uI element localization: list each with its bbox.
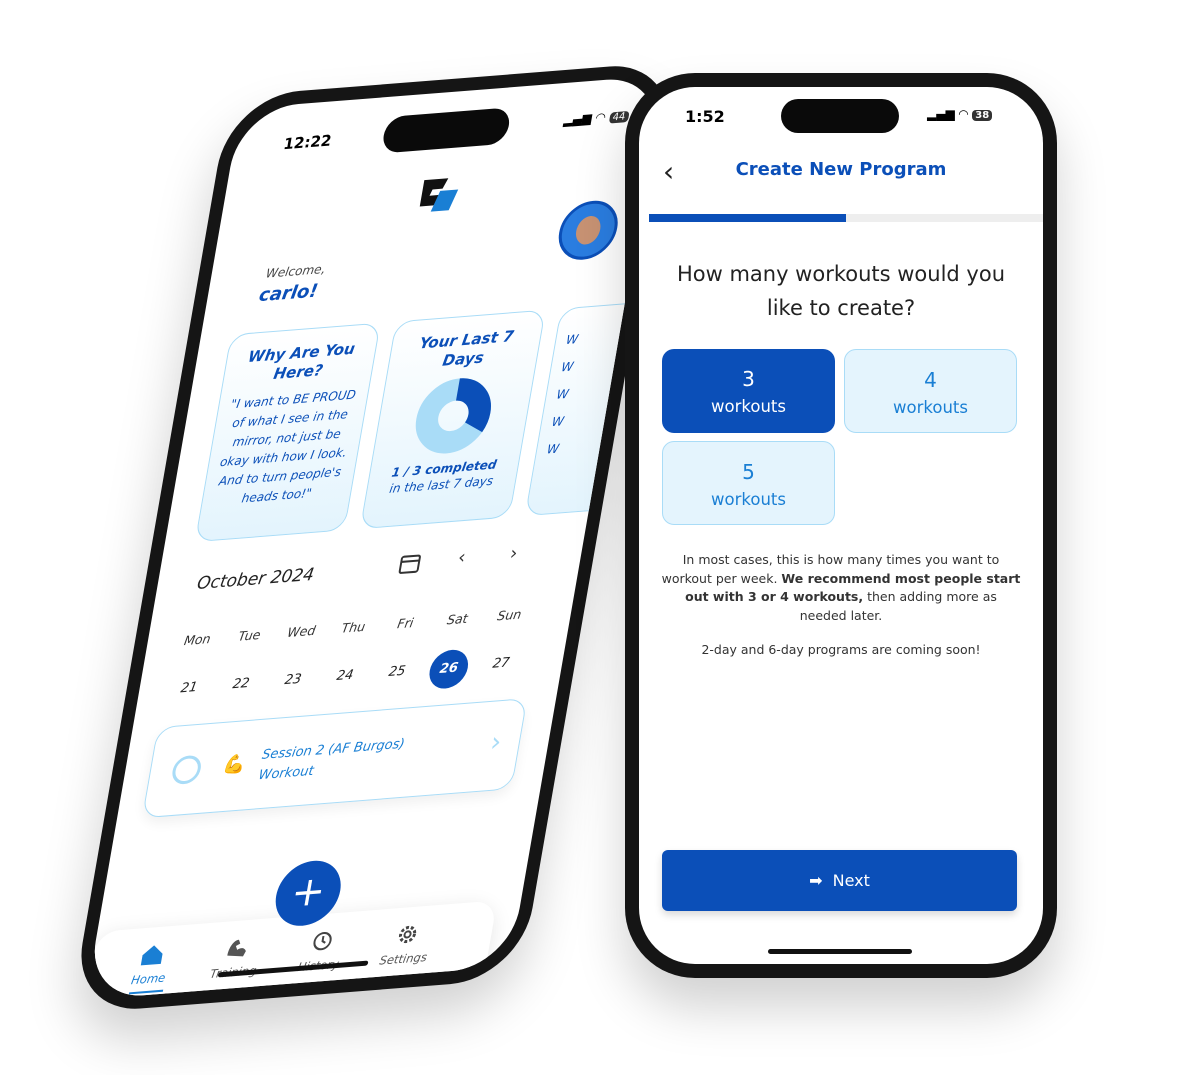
session-card[interactable]: 💪 Session 2 (AF Burgos) Workout › [141,697,528,819]
history-icon [313,931,332,951]
calendar-date[interactable]: 24 [317,656,373,696]
arrow-right-icon: ➡ [809,871,823,890]
option-4-workouts[interactable]: 4 workouts [844,349,1017,433]
status-time: 12:22 [282,131,333,154]
bicep-icon: 💪 [221,753,248,777]
right-phone: 1:52 ▂▄▆ ◠ 38 ‹ Create New Program How m… [625,73,1057,978]
status-icons: ▂▄▆ ◠ 38 [927,107,993,121]
avatar[interactable] [554,198,623,262]
weekday-label: Tue [237,626,262,644]
home-screen: 12:22 ▂▄▆ ◠ 44 Welcome, carlo! Why Are Y… [85,75,665,1000]
next-week-button[interactable]: › [508,543,519,565]
calendar-date[interactable]: 25 [369,652,425,692]
option-3-workouts[interactable]: 3 workouts [662,349,835,433]
weekday-label: Sun [496,606,523,624]
question: How many workouts would you like to crea… [676,262,1006,320]
gear-icon [398,925,417,944]
weekday-label: Thu [340,618,367,636]
calendar-date[interactable]: 21 [161,668,217,708]
status-time: 1:52 [685,107,725,126]
coming-soon-text: 2-day and 6-day programs are coming soon… [701,642,981,657]
header-title: Create New Program [735,159,947,180]
create-program-screen: 1:52 ▂▄▆ ◠ 38 ‹ Create New Program How m… [639,87,1043,964]
left-phone: 12:22 ▂▄▆ ◠ 44 Welcome, carlo! Why Are Y… [70,61,680,1014]
home-icon [140,945,163,966]
weekday-label: Sat [445,610,470,628]
bicep-icon [227,939,246,957]
nav-settings[interactable]: Settings [362,920,449,969]
session-text: Session 2 (AF Burgos) Workout [257,735,406,787]
app-logo-icon [419,178,459,212]
calendar-date[interactable]: 22 [213,664,269,704]
dynamic-island [781,99,899,133]
calendar-date[interactable]: 23 [265,660,321,700]
home-indicator [768,949,912,954]
weekday-label: Mon [182,630,212,649]
card-title: Your Last 7 Days [418,326,516,370]
progress-bar [649,214,1043,222]
calendar-icon[interactable] [396,550,424,576]
last-7-days-card[interactable]: Your Last 7 Days 1 / 3 completed in the … [359,309,546,530]
chevron-right-icon: › [488,726,504,759]
session-checkbox[interactable] [170,754,204,786]
user-name: carlo! [257,280,320,307]
calendar-date[interactable]: 26 [420,648,477,690]
info-text: In most cases, this is how many times yo… [661,552,1021,623]
progress-donut [415,378,491,454]
option-5-workouts[interactable]: 5 workouts [662,441,835,525]
nav-home[interactable]: Home [106,940,195,996]
next-button[interactable]: ➡ Next [662,850,1017,911]
calendar-date[interactable]: 27 [473,644,529,684]
status-icons: ▂▄▆ ◠ 44 [563,108,630,127]
welcome-label: Welcome, [264,261,327,281]
why-card[interactable]: Why Are You Here? "I want to BE PROUD of… [194,322,381,543]
card-title: Why Are You Here? [246,339,357,384]
card-body: "I want to BE PROUD of what I see in the… [217,387,358,506]
prev-week-button[interactable]: ‹ [456,547,467,569]
weekday-label: Wed [286,622,317,640]
plus-icon: + [287,867,330,917]
dynamic-island [380,107,512,154]
calendar-month: October 2024 [195,564,316,595]
weekday-label: Fri [396,614,415,632]
